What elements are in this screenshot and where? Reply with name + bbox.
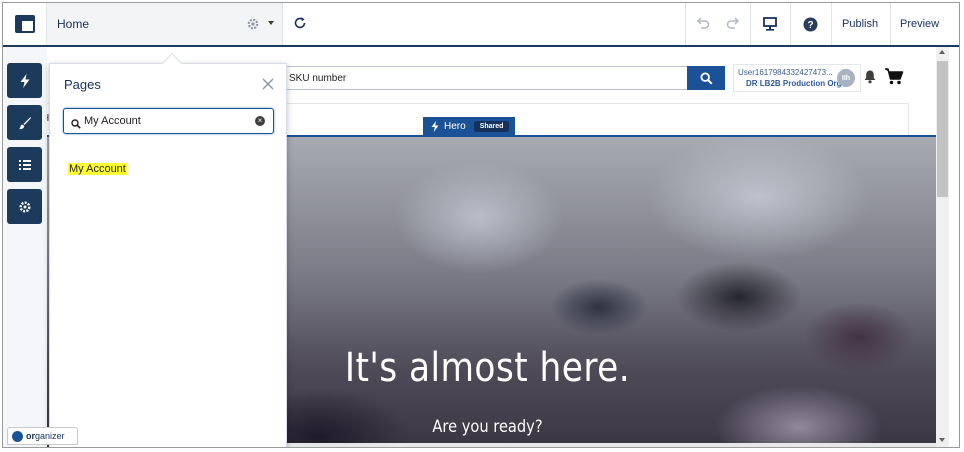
list-icon: [18, 159, 31, 170]
toolbar-divider: [790, 3, 791, 45]
svg-text:?: ?: [807, 20, 813, 31]
chevron-down-icon[interactable]: [268, 21, 274, 25]
taskbar-strip: [287, 443, 936, 447]
search-button[interactable]: [687, 66, 725, 90]
organizer-label-rest: ganizer: [35, 431, 65, 441]
vertical-scrollbar[interactable]: [936, 47, 949, 447]
sku-search-placeholder: SKU number: [289, 72, 347, 84]
settings-button[interactable]: [7, 189, 42, 224]
avatar[interactable]: IIh: [837, 69, 855, 87]
scroll-thumb[interactable]: [937, 61, 948, 197]
pages-search-value: My Account: [84, 115, 141, 127]
lightning-icon: [431, 121, 439, 132]
pages-panel: Pages My Account × My Account: [49, 63, 287, 447]
scroll-up-arrow-icon[interactable]: [939, 50, 945, 54]
sku-search-input[interactable]: SKU number: [285, 66, 689, 90]
undo-icon[interactable]: [695, 15, 711, 36]
search-icon: [699, 71, 713, 85]
shared-badge: Shared: [473, 121, 510, 132]
page-selector-label: Home: [57, 17, 90, 31]
pages-panel-title: Pages: [64, 77, 101, 92]
pages-search-input[interactable]: My Account ×: [63, 108, 274, 134]
builder-toolbar: Home ? Publish Preview: [3, 3, 959, 47]
publish-button[interactable]: Publish: [842, 3, 878, 45]
page-selector[interactable]: Home: [47, 3, 283, 45]
close-icon[interactable]: [262, 77, 274, 95]
org-name: DR LB2B Production Org: [746, 79, 842, 88]
scroll-down-arrow-icon[interactable]: [939, 438, 945, 442]
page-result-item[interactable]: My Account: [68, 163, 127, 175]
app-window: Home ? Publish Preview SKU number User16…: [2, 2, 960, 448]
bell-icon[interactable]: [863, 69, 877, 89]
cart-icon[interactable]: [884, 67, 904, 91]
brush-icon: [18, 116, 31, 129]
refresh-icon[interactable]: [293, 16, 307, 35]
toolbar-divider: [890, 3, 891, 45]
desktop-icon[interactable]: [762, 16, 778, 37]
toolbar-divider: [750, 3, 751, 45]
help-icon[interactable]: ?: [803, 17, 818, 37]
gear-icon: [18, 200, 31, 213]
left-rail: [3, 47, 47, 447]
redo-icon[interactable]: [725, 15, 741, 36]
page-settings-icon[interactable]: [246, 17, 260, 34]
clear-search-icon[interactable]: ×: [255, 116, 265, 126]
organizer-tab[interactable]: or ganizer: [7, 427, 78, 445]
hero-tag-label: Hero: [444, 121, 466, 132]
layout-icon[interactable]: [3, 3, 47, 45]
toolbar-divider: [831, 3, 832, 45]
toolbar-divider: [685, 3, 686, 45]
theme-button[interactable]: [7, 105, 42, 140]
preview-button[interactable]: Preview: [900, 3, 939, 45]
organizer-logo-icon: [12, 430, 23, 442]
page-structure-button[interactable]: [7, 147, 42, 182]
hero-component-tag[interactable]: Hero Shared: [423, 117, 515, 136]
search-icon: [71, 116, 81, 134]
lightning-icon: [20, 73, 29, 88]
organizer-label-bold: or: [26, 431, 35, 441]
components-button[interactable]: [7, 63, 42, 98]
user-name: User1617984332427473...: [738, 68, 833, 77]
